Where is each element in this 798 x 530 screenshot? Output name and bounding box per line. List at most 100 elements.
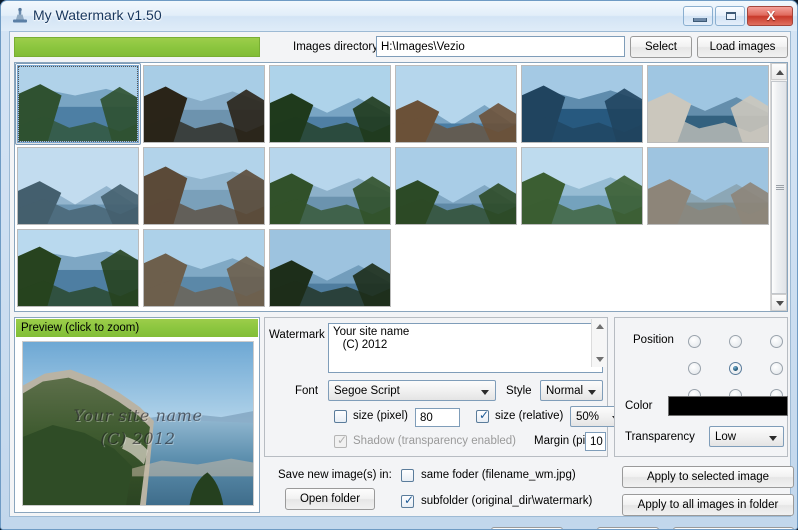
close-button[interactable]: X — [747, 6, 793, 26]
transparency-value: Low — [715, 431, 737, 443]
apply-to-selected-button[interactable]: Apply to selected image — [622, 466, 794, 488]
thumbnail-image — [143, 147, 265, 225]
chevron-down-icon — [588, 390, 596, 395]
window-controls: X — [683, 6, 793, 26]
thumbnail-image — [647, 65, 769, 143]
minimize-icon — [693, 18, 707, 22]
position-radio-middle-right[interactable] — [770, 362, 783, 375]
font-select[interactable]: Segoe Script — [328, 380, 496, 401]
thumbnail-item[interactable] — [393, 63, 519, 145]
same-folder-label: same foder (filename_wm.jpg) — [421, 469, 576, 481]
thumbnail-image — [521, 65, 643, 143]
chevron-down-icon — [481, 390, 489, 395]
watermark-textarea[interactable]: Your site name (C) 2012 — [328, 323, 603, 373]
size-relative-checkbox[interactable]: ✓ — [476, 409, 489, 423]
watermark-settings-group: Watermark Your site name (C) 2012 Font S… — [264, 317, 627, 457]
position-radio-middle-left[interactable] — [688, 362, 701, 375]
position-radio-top-center[interactable] — [729, 335, 742, 348]
thumbnail-item[interactable] — [645, 63, 771, 145]
images-directory-input[interactable]: H:\Images\Vezio — [376, 36, 625, 57]
thumbnail-grid — [15, 63, 771, 311]
maximize-icon — [726, 12, 736, 20]
radio-dot-icon — [733, 366, 738, 371]
scrollbar-thumb[interactable] — [771, 81, 787, 294]
size-pixel-input[interactable]: 80 — [415, 408, 460, 427]
size-pixel-checkbox[interactable] — [334, 410, 347, 423]
images-directory-label: Images directory — [293, 41, 379, 53]
select-button[interactable]: Select — [630, 36, 692, 58]
thumbnail-item[interactable] — [267, 63, 393, 145]
thumbnail-item[interactable] — [519, 145, 645, 227]
margin-input[interactable]: 10 — [585, 432, 606, 451]
same-folder-checkbox[interactable] — [401, 469, 414, 482]
thumbnail-image — [143, 65, 265, 143]
scroll-up-button[interactable] — [771, 63, 787, 80]
style-select[interactable]: Normal — [540, 380, 603, 401]
size-relative-label: size (relative) — [495, 410, 564, 422]
thumbnail-image — [395, 65, 517, 143]
apply-to-all-button[interactable]: Apply to all images in folder — [622, 494, 794, 516]
chevron-up-icon — [596, 324, 604, 329]
chevron-down-icon — [596, 357, 604, 362]
thumbnail-image — [17, 229, 139, 307]
style-select-value: Normal — [546, 385, 584, 397]
window-title: My Watermark v1.50 — [33, 7, 162, 23]
thumbnail-image — [17, 147, 139, 225]
scroll-down-button[interactable] — [771, 294, 787, 311]
thumbnail-item[interactable] — [267, 227, 393, 309]
position-radio-top-left[interactable] — [688, 335, 701, 348]
position-group: Position Color Transparency Low — [614, 317, 788, 457]
preview-panel[interactable]: Preview (click to zoom) Your site name (… — [14, 317, 260, 513]
preview-header: Preview (click to zoom) — [16, 319, 258, 337]
thumbnail-image — [143, 229, 265, 307]
thumbnail-image — [647, 147, 769, 225]
grip-icon — [776, 184, 784, 191]
close-icon: X — [766, 8, 776, 23]
load-images-button[interactable]: Load images — [697, 36, 788, 58]
watermark-text-scrollbar[interactable] — [591, 319, 606, 367]
thumbnail-image — [269, 65, 391, 143]
thumbnail-item[interactable] — [141, 145, 267, 227]
preview-photo — [23, 342, 253, 505]
position-radio-middle-center[interactable] — [729, 362, 742, 375]
thumbnail-item[interactable] — [141, 227, 267, 309]
position-radio-top-right[interactable] — [770, 335, 783, 348]
thumbnail-item[interactable] — [393, 145, 519, 227]
thumbnail-item[interactable] — [15, 145, 141, 227]
thumbnail-image — [18, 66, 138, 142]
app-window: My Watermark v1.50 X Images directory H:… — [0, 0, 798, 530]
title-bar: My Watermark v1.50 X — [1, 1, 797, 31]
transparency-select[interactable]: Low — [709, 426, 784, 447]
thumbnail-item[interactable] — [645, 145, 771, 227]
progress-bar — [14, 37, 260, 57]
position-label: Position — [633, 334, 674, 346]
font-label: Font — [295, 385, 319, 397]
style-label: Style — [506, 385, 532, 397]
thumbnail-item[interactable] — [141, 63, 267, 145]
chevron-up-icon — [776, 70, 784, 75]
color-label: Color — [625, 400, 653, 412]
color-swatch[interactable] — [668, 396, 788, 416]
thumbnail-image — [395, 147, 517, 225]
maximize-button[interactable] — [715, 6, 745, 26]
thumbnail-image — [521, 147, 643, 225]
watermark-label: Watermark — [269, 329, 325, 341]
size-pixel-label: size (pixel) — [353, 410, 408, 422]
stamp-icon — [11, 7, 29, 25]
minimize-button[interactable] — [683, 6, 713, 26]
thumbnail-panel[interactable] — [14, 62, 788, 312]
font-select-value: Segoe Script — [334, 385, 400, 397]
check-icon: ✓ — [404, 493, 415, 507]
preview-image[interactable]: Your site name (C) 2012 — [22, 341, 254, 506]
check-icon: ✓ — [337, 433, 348, 447]
thumbnail-scrollbar[interactable] — [770, 63, 787, 311]
thumbnail-item[interactable] — [519, 63, 645, 145]
size-relative-value: 50% — [576, 411, 600, 423]
subfolder-checkbox[interactable]: ✓ — [401, 493, 415, 508]
thumbnail-image — [269, 229, 391, 307]
open-folder-button[interactable]: Open folder — [285, 488, 375, 510]
thumbnail-item[interactable] — [15, 227, 141, 309]
chevron-down-icon — [776, 301, 784, 306]
thumbnail-item[interactable] — [267, 145, 393, 227]
thumbnail-item[interactable] — [15, 63, 141, 145]
